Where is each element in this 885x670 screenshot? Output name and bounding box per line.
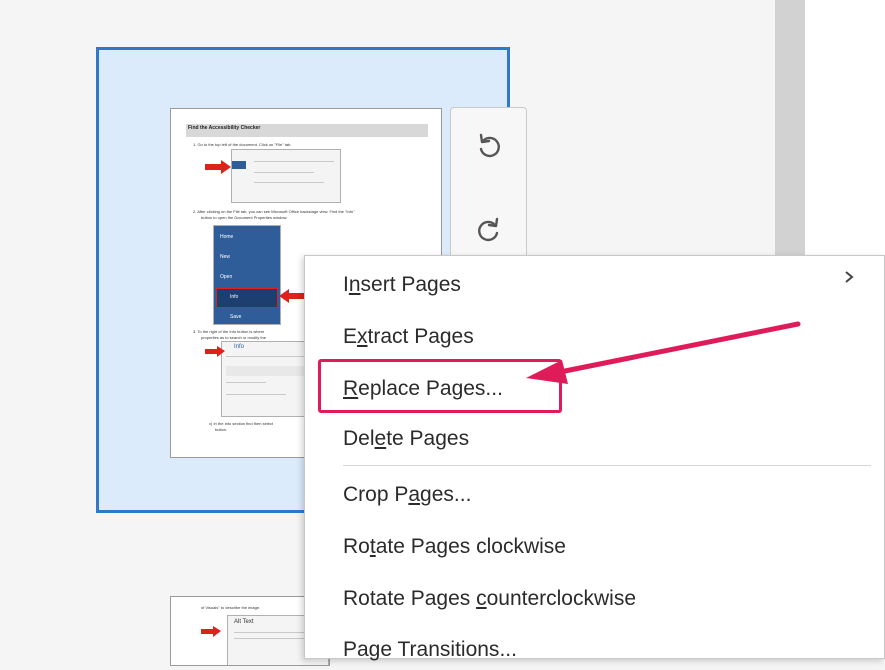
chevron-right-icon — [845, 271, 854, 283]
mini-save: Save — [230, 314, 242, 320]
page2-line: of Visuals" to describe the image. — [201, 605, 261, 610]
menu-item-delete-pages[interactable]: Delete Pages — [343, 419, 469, 459]
menu-item-insert-pages[interactable]: Insert Pages — [343, 265, 461, 305]
rotate-clockwise-button[interactable] — [451, 200, 526, 260]
menu-item-rotate-clockwise[interactable]: Rotate Pages clockwise — [343, 527, 566, 567]
red-arrow-head-2 — [279, 289, 289, 303]
menu-item-rotate-counterclockwise[interactable]: Rotate Pages counterclockwise — [343, 579, 636, 619]
doc-screenshot-backstage: Home New Open Info Save — [213, 225, 281, 325]
menu-item-crop-pages[interactable]: Crop Pages... — [343, 475, 471, 515]
mini-open: Open — [220, 274, 233, 280]
doc-step-4: c) In the Info section find then select — [209, 421, 274, 426]
menu-item-extract-pages[interactable]: Extract Pages — [343, 317, 474, 357]
mini-new: New — [220, 254, 231, 260]
red-arrow-head-3 — [217, 346, 225, 357]
highlight-box — [318, 359, 562, 413]
doc-step-4b: button. — [215, 427, 228, 432]
rotate-clockwise-icon — [477, 217, 498, 242]
red-arrow-head-1 — [221, 160, 231, 174]
doc-screenshot-ribbon — [231, 149, 341, 203]
mini-info: Info — [230, 294, 239, 300]
doc-heading-bar: Find the Accessibility Checker — [186, 124, 428, 137]
page-context-menu: Insert Pages Extract Pages Replace Pages… — [304, 255, 885, 661]
doc-step-1: 1. Go to the top left of the document. C… — [193, 142, 292, 147]
mini-home: Home — [220, 234, 234, 240]
rotate-counterclockwise-icon — [479, 133, 500, 158]
doc-heading: Find the Accessibility Checker — [188, 125, 261, 131]
doc-step-2b: button to open the Document Properties w… — [201, 215, 288, 220]
doc-step-3b: properties as to search or modify the — [201, 335, 266, 340]
rotate-counterclockwise-button[interactable] — [451, 116, 526, 176]
thumbnail-rotate-toolbar — [450, 107, 527, 267]
doc-step-3: 3. To the right of the Info button is wh… — [193, 329, 265, 334]
menu-separator — [343, 465, 871, 466]
red-arrow-head-4 — [213, 626, 221, 637]
page2-box-title: Alt Text — [234, 619, 254, 625]
doc-step-2: 2. After clicking on the File tab, you c… — [193, 209, 355, 214]
menu-item-page-transitions[interactable]: Page Transitions... — [343, 630, 517, 670]
mini-info-title: Info — [234, 344, 245, 350]
